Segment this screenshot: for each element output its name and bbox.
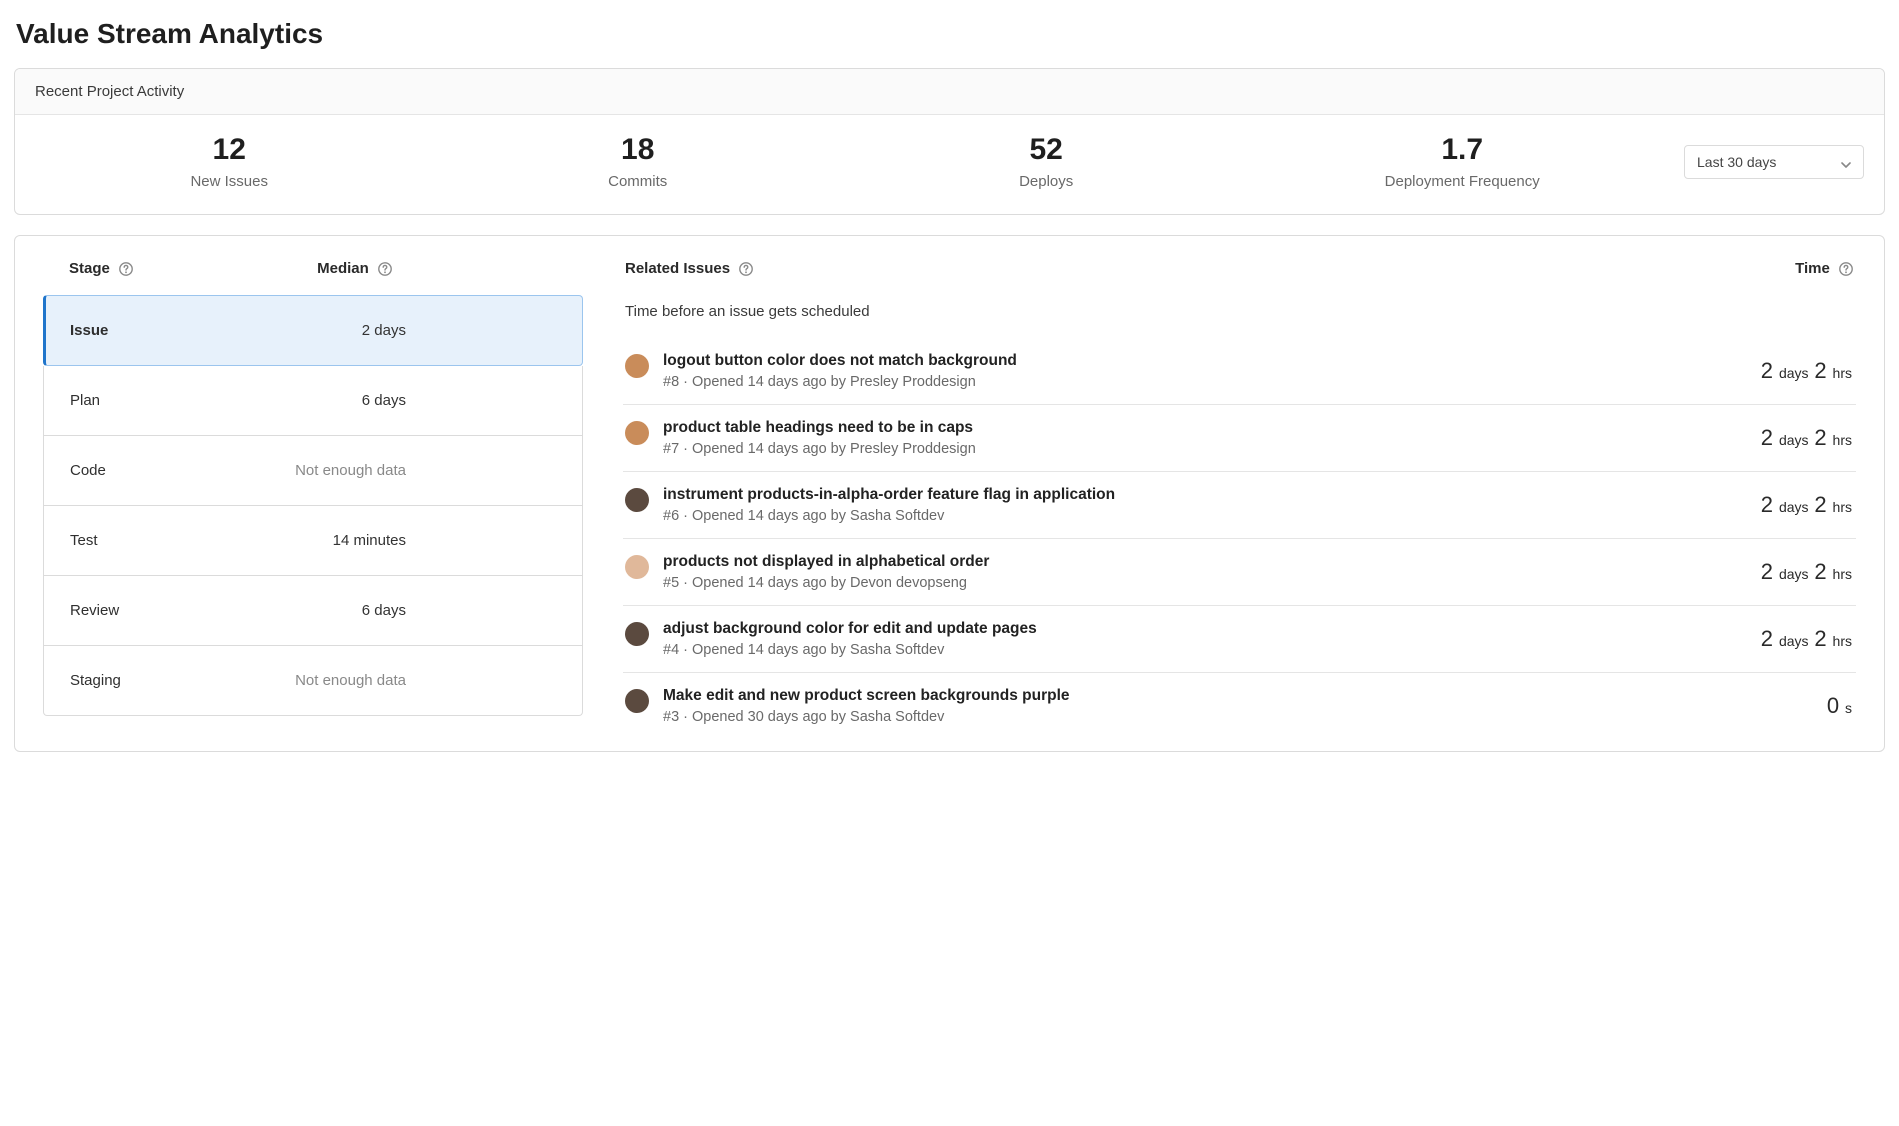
issue-row[interactable]: Make edit and new product screen backgro… [623, 673, 1856, 739]
avatar[interactable] [625, 689, 649, 713]
issue-time: 2 days 2 hrs [1761, 486, 1854, 518]
stage-median: 2 days [362, 322, 556, 339]
metric-value: 12 [159, 133, 299, 167]
page-title: Value Stream Analytics [16, 18, 1885, 50]
issue-time: 0 s [1827, 687, 1854, 719]
metric-label: New Issues [159, 173, 299, 190]
date-range-select[interactable]: Last 30 days [1684, 145, 1864, 179]
activity-body: 12 New Issues 18 Commits 52 Deploys 1.7 Deploym… [15, 115, 1884, 214]
stage-median: 6 days [362, 602, 556, 619]
help-icon[interactable] [118, 261, 134, 277]
stage-item[interactable]: Review 6 days [43, 576, 583, 646]
time-header: Time [1795, 260, 1854, 277]
issue-row[interactable]: instrument products-in-alpha-order featu… [623, 472, 1856, 539]
stage-item[interactable]: Plan 6 days [43, 366, 583, 436]
stage-median: 6 days [362, 392, 556, 409]
issues-column: Related Issues Time Time before an issue… [623, 256, 1856, 739]
stage-name: Test [70, 532, 98, 549]
issue-meta: #4 · Opened 14 days ago by Sasha Softdev [663, 642, 1037, 658]
stage-description: Time before an issue gets scheduled [623, 295, 1856, 338]
chevron-down-icon [1841, 157, 1851, 167]
metric-label: Deployment Frequency [1385, 173, 1540, 190]
stages-panel: Stage Median Issue 2 days Plan 6 days Code No… [14, 235, 1885, 752]
issue-time: 2 days 2 hrs [1761, 553, 1854, 585]
metric: 12 New Issues [159, 133, 299, 190]
stage-name: Review [70, 602, 119, 619]
stage-name: Plan [70, 392, 100, 409]
issue-title[interactable]: adjust background color for edit and upd… [663, 620, 1037, 638]
issue-row[interactable]: logout button color does not match backg… [623, 338, 1856, 405]
issue-meta: #6 · Opened 14 days ago by Sasha Softdev [663, 508, 1115, 524]
stage-name: Staging [70, 672, 121, 689]
issue-row[interactable]: products not displayed in alphabetical o… [623, 539, 1856, 606]
avatar[interactable] [625, 622, 649, 646]
metric: 52 Deploys [976, 133, 1116, 190]
metric-value: 1.7 [1385, 133, 1540, 167]
issue-row[interactable]: product table headings need to be in cap… [623, 405, 1856, 472]
issue-title[interactable]: products not displayed in alphabetical o… [663, 553, 989, 571]
metric-value: 18 [568, 133, 708, 167]
issue-time: 2 days 2 hrs [1761, 620, 1854, 652]
related-issues-header: Related Issues [625, 260, 754, 277]
issue-row[interactable]: adjust background color for edit and upd… [623, 606, 1856, 673]
metrics-container: 12 New Issues 18 Commits 52 Deploys 1.7 Deploym… [35, 133, 1664, 190]
metric: 1.7 Deployment Frequency [1385, 133, 1540, 190]
issue-meta: #3 · Opened 30 days ago by Sasha Softdev [663, 709, 1070, 725]
stages-column: Stage Median Issue 2 days Plan 6 days Code No… [43, 256, 583, 739]
help-icon[interactable] [738, 261, 754, 277]
help-icon[interactable] [1838, 261, 1854, 277]
issue-title[interactable]: product table headings need to be in cap… [663, 419, 976, 437]
avatar[interactable] [625, 421, 649, 445]
metric-label: Commits [568, 173, 708, 190]
issue-meta: #8 · Opened 14 days ago by Presley Prodd… [663, 374, 1017, 390]
activity-header: Recent Project Activity [15, 69, 1884, 115]
issue-time: 2 days 2 hrs [1761, 419, 1854, 451]
metric-label: Deploys [976, 173, 1116, 190]
date-range-label: Last 30 days [1697, 154, 1776, 170]
stage-item[interactable]: Staging Not enough data [43, 646, 583, 716]
avatar[interactable] [625, 488, 649, 512]
avatar[interactable] [625, 354, 649, 378]
stage-list: Issue 2 days Plan 6 days Code Not enough data… [43, 295, 583, 716]
stage-name: Code [70, 462, 106, 479]
issue-title[interactable]: logout button color does not match backg… [663, 352, 1017, 370]
stage-item[interactable]: Code Not enough data [43, 436, 583, 506]
stage-name: Issue [70, 322, 108, 339]
issue-meta: #5 · Opened 14 days ago by Devon devopse… [663, 575, 989, 591]
issue-title[interactable]: Make edit and new product screen backgro… [663, 687, 1070, 705]
stage-median: Not enough data [295, 462, 556, 479]
stage-item[interactable]: Issue 2 days [43, 295, 583, 366]
stage-median: Not enough data [295, 672, 556, 689]
issue-title[interactable]: instrument products-in-alpha-order featu… [663, 486, 1115, 504]
issue-list: logout button color does not match backg… [623, 338, 1856, 739]
help-icon[interactable] [377, 261, 393, 277]
stage-item[interactable]: Test 14 minutes [43, 506, 583, 576]
activity-panel: Recent Project Activity 12 New Issues 18 Co… [14, 68, 1885, 215]
metric-value: 52 [976, 133, 1116, 167]
stage-median: 14 minutes [333, 532, 556, 549]
metric: 18 Commits [568, 133, 708, 190]
stage-header: Stage [69, 260, 134, 277]
avatar[interactable] [625, 555, 649, 579]
median-header: Median [317, 260, 393, 277]
issue-time: 2 days 2 hrs [1761, 352, 1854, 384]
issue-meta: #7 · Opened 14 days ago by Presley Prodd… [663, 441, 976, 457]
